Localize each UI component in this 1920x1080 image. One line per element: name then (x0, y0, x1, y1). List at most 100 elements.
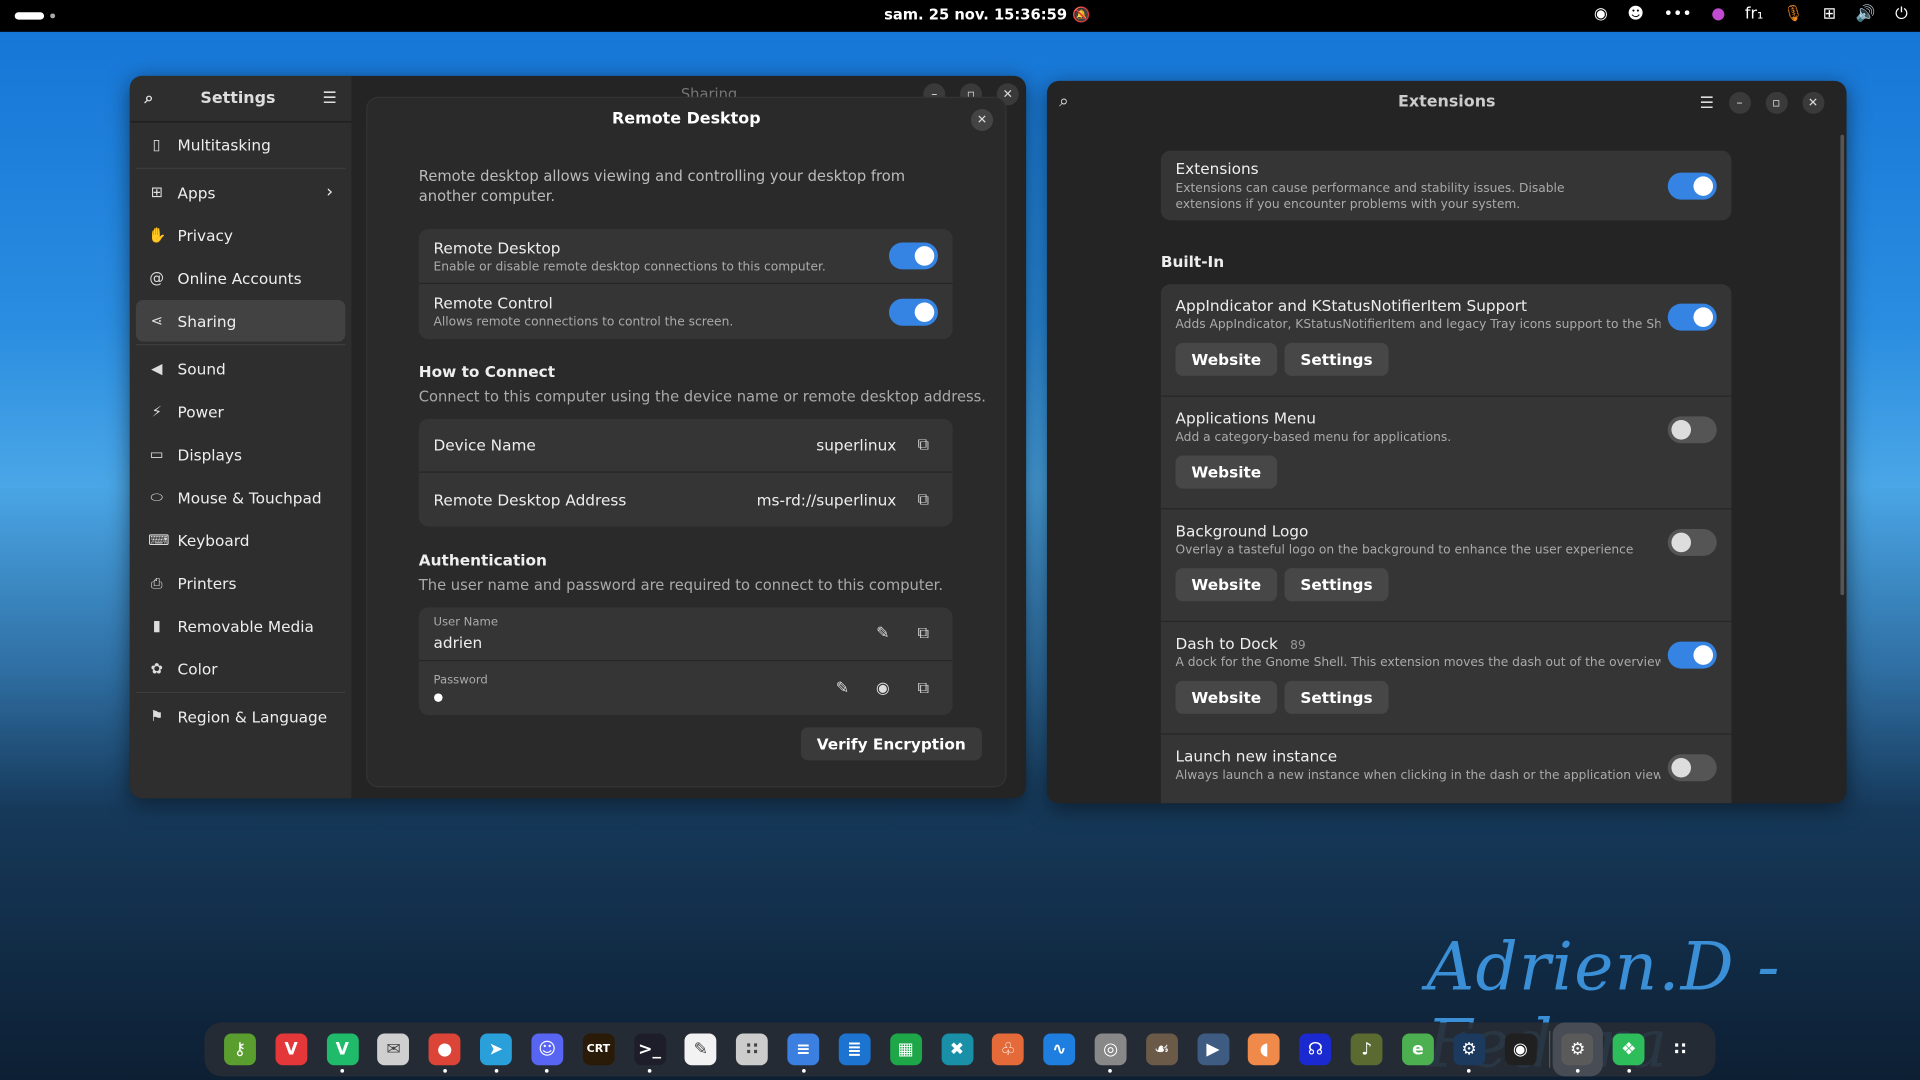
dock-item[interactable]: ▶ (1187, 1022, 1238, 1076)
sidebar-item-multitasking[interactable]: ▯ Multitasking (136, 124, 345, 166)
sidebar-item-mouse-touchpad[interactable]: ⬭ Mouse & Touchpad (136, 476, 345, 518)
dock-item[interactable]: ∷ (1654, 1022, 1705, 1076)
steam-icon[interactable]: ◉ (1594, 5, 1608, 23)
more-icon[interactable]: ••• (1664, 5, 1692, 23)
copy-icon[interactable]: ⧉ (909, 430, 938, 459)
menu-icon[interactable]: ☰ (1700, 94, 1714, 112)
network-icon[interactable]: ⊞ (1823, 5, 1836, 23)
volume-icon[interactable]: 🔊 (1856, 5, 1876, 23)
dock-item[interactable]: >_ (624, 1022, 675, 1076)
dock-item[interactable]: ◎ (1085, 1022, 1136, 1076)
website-button[interactable]: Website (1175, 455, 1278, 489)
website-button[interactable]: Website (1175, 342, 1278, 376)
copy-icon[interactable]: ⧉ (909, 673, 938, 702)
firefox-icon[interactable]: ● (1711, 5, 1725, 23)
dock-item[interactable]: ☙ (1136, 1022, 1187, 1076)
website-button[interactable]: Website (1175, 680, 1278, 714)
extension-toggle[interactable] (1667, 754, 1717, 782)
sidebar-item-keyboard[interactable]: ⌨ Keyboard (136, 519, 345, 561)
clock[interactable]: sam. 25 nov. 15:36:59 🔕 (884, 6, 1090, 23)
sidebar-item-color[interactable]: ✿ Color (136, 648, 345, 690)
remote-control-toggle[interactable] (888, 298, 938, 326)
dock-item[interactable]: ≡ (778, 1022, 829, 1076)
dialog-title: Remote Desktop (612, 110, 761, 129)
dock-item[interactable]: ☊ (1290, 1022, 1341, 1076)
remote-desktop-toggle[interactable] (888, 242, 938, 270)
dock-item[interactable]: ⚙ (1444, 1022, 1495, 1076)
dock-item[interactable]: CRT (573, 1022, 624, 1076)
edit-icon[interactable]: ✎ (868, 619, 897, 648)
minimize-button[interactable]: – (1728, 91, 1751, 114)
password-field[interactable]: Password ● ✎ ◉ ⧉ (419, 661, 953, 715)
extension-description: Always launch a new instance when clicki… (1175, 768, 1661, 783)
dock-item[interactable]: V (317, 1022, 368, 1076)
share-icon: ⋖ (150, 312, 163, 330)
extension-description: A dock for the Gnome Shell. This extensi… (1175, 656, 1661, 670)
eye-icon[interactable]: ◉ (868, 673, 897, 702)
sidebar-item-sharing[interactable]: ⋖ Sharing (135, 300, 346, 342)
dock-item[interactable]: ✎ (675, 1022, 726, 1076)
search-icon[interactable]: ⌕ (144, 89, 153, 107)
settings-button[interactable]: Settings (1284, 568, 1389, 602)
cool-retro-term-icon: CRT (582, 1033, 615, 1066)
settings-button[interactable]: Settings (1284, 342, 1389, 376)
edit-icon[interactable]: ✎ (828, 673, 857, 702)
maximize-button[interactable]: ▫ (1765, 91, 1788, 114)
dock-item[interactable]: ⚷ (214, 1022, 265, 1076)
microphone-icon[interactable]: 🎙 (1783, 5, 1803, 23)
extension-toggle[interactable] (1667, 641, 1717, 669)
sidebar-item-power[interactable]: ⚡ Power (136, 391, 345, 433)
dock-item[interactable]: ∷ (726, 1022, 777, 1076)
settings-sidebar: ⌕ Settings ☰ ▯ Multitasking ⊞ Apps › ✋ Privacy @ O… (129, 75, 352, 799)
settings-button[interactable]: Settings (1284, 680, 1389, 714)
extension-toggle[interactable] (1667, 416, 1717, 444)
dock-item[interactable]: ☺ (522, 1022, 573, 1076)
sidebar-item-displays[interactable]: ▭ Displays (136, 433, 345, 475)
dock-item[interactable]: ≣ (829, 1022, 880, 1076)
sidebar-item-apps[interactable]: ⊞ Apps › (136, 171, 345, 213)
scrollbar[interactable] (1840, 134, 1845, 596)
dock-item[interactable]: ❖ (1603, 1022, 1654, 1076)
system-tray[interactable]: ◉ ☻ ••• ● fr₁ 🎙 ⊞ 🔊 ⏻ (1594, 5, 1908, 23)
user-name-field[interactable]: User Name adrien ✎ ⧉ (418, 607, 953, 662)
dock-item[interactable]: ◉ (1495, 1022, 1546, 1076)
power-icon[interactable]: ⏻ (1895, 5, 1908, 23)
keyboard-layout[interactable]: fr₁ (1745, 5, 1764, 23)
dock-item[interactable]: ♧ (983, 1022, 1034, 1076)
dock-item[interactable]: V (266, 1022, 317, 1076)
dock-item[interactable]: ● (419, 1022, 470, 1076)
dock-item[interactable]: e (1392, 1022, 1443, 1076)
dock-item[interactable]: ✖ (931, 1022, 982, 1076)
copy-icon[interactable]: ⧉ (909, 619, 938, 648)
extension-toggle[interactable] (1667, 303, 1717, 331)
discord-icon[interactable]: ☻ (1627, 5, 1644, 23)
dock-item[interactable]: ⚙ (1552, 1022, 1604, 1077)
sidebar-item-sound[interactable]: ◀ Sound (136, 348, 345, 390)
dock-item[interactable]: ✉ (368, 1022, 419, 1076)
workspace-dot[interactable] (50, 13, 56, 19)
dock-item[interactable]: ∿ (1034, 1022, 1085, 1076)
extension-toggle[interactable] (1667, 528, 1717, 556)
sidebar-item-label: Privacy (177, 225, 233, 245)
sidebar-item-region-language[interactable]: ⚑ Region & Language (136, 696, 345, 738)
dialog-close-button[interactable]: ✕ (971, 108, 994, 132)
verify-encryption-button[interactable]: Verify Encryption (800, 727, 982, 761)
spreadsheet-icon: ▦ (889, 1033, 922, 1066)
sidebar-item-printers[interactable]: ⎙ Printers (136, 562, 345, 604)
sidebar-item-privacy[interactable]: ✋ Privacy (136, 214, 345, 256)
copy-icon[interactable]: ⧉ (909, 485, 938, 514)
close-button[interactable]: ✕ (1802, 91, 1825, 114)
auth-card: User Name adrien ✎ ⧉ Password ● ✎ ◉ ⧉ (418, 607, 953, 716)
menu-icon[interactable]: ☰ (322, 89, 336, 107)
sidebar-item-removable-media[interactable]: ▮ Removable Media (136, 605, 345, 647)
sound-icon: ◀ (151, 360, 163, 378)
dock-item[interactable]: ➤ (470, 1022, 521, 1076)
dock-item[interactable]: ◖ (1239, 1022, 1290, 1076)
activities-indicator[interactable] (14, 12, 45, 20)
website-button[interactable]: Website (1175, 568, 1278, 602)
sidebar-item-online-accounts[interactable]: @ Online Accounts (136, 257, 345, 299)
extension-row: Dash to Dock 89 A dock for the Gnome Shel… (1160, 622, 1732, 735)
dock-item[interactable]: ▦ (880, 1022, 931, 1076)
dock-item[interactable]: ♪ (1341, 1022, 1392, 1076)
extensions-master-toggle[interactable] (1667, 172, 1717, 199)
